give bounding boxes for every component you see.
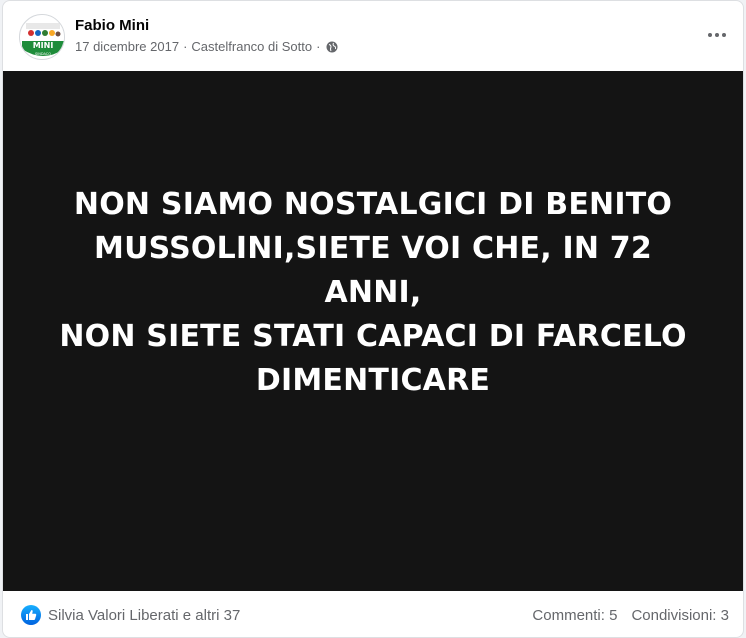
meta-separator: ·	[316, 39, 321, 54]
dot	[722, 33, 726, 37]
quote-line-4: DIMENTICARE	[255, 363, 491, 398]
dot	[708, 33, 712, 37]
post-date[interactable]: 17 dicembre 2017	[75, 39, 179, 54]
post-card: MINI SINDACO Fabio Mini 17 dicembre 2017…	[2, 0, 744, 638]
reactions-summary[interactable]: Silvia Valori Liberati e altri 37	[21, 605, 240, 625]
post-meta: 17 dicembre 2017 · Castelfranco di Sotto…	[75, 39, 338, 54]
post-footer: Silvia Valori Liberati e altri 37 Commen…	[3, 591, 743, 637]
dot	[715, 33, 719, 37]
post-location[interactable]: Castelfranco di Sotto	[191, 39, 312, 54]
like-icon	[21, 605, 41, 625]
post-header: MINI SINDACO Fabio Mini 17 dicembre 2017…	[3, 1, 743, 71]
more-options-icon[interactable]	[705, 23, 729, 47]
shares-count[interactable]: Condivisioni: 3	[631, 607, 729, 624]
avatar-logo-subtext: SINDACO	[35, 52, 51, 56]
quote-line-1: NON SIAMO NOSTALGICI DI BENITO	[73, 187, 673, 222]
avatar[interactable]: MINI SINDACO	[19, 14, 65, 60]
avatar-logo: MINI SINDACO	[20, 15, 64, 59]
quote-line-3: NON SIETE STATI CAPACI DI FARCELO	[59, 319, 687, 354]
image-quote-text: NON SIAMO NOSTALGICI DI BENITO MUSSOLINI…	[53, 183, 693, 403]
avatar-logo-text: MINI	[33, 41, 54, 50]
quote-line-2: MUSSOLINI,SIETE VOI CHE, IN 72 ANNI,	[94, 231, 652, 310]
author-name[interactable]: Fabio Mini	[75, 17, 149, 34]
engagement-counts: Commenti: 5 Condivisioni: 3	[532, 607, 729, 624]
globe-icon[interactable]	[326, 41, 338, 53]
comments-count[interactable]: Commenti: 5	[532, 607, 617, 624]
reactions-text: Silvia Valori Liberati e altri 37	[48, 606, 241, 624]
post-image[interactable]: NON SIAMO NOSTALGICI DI BENITO MUSSOLINI…	[3, 71, 743, 591]
meta-separator: ·	[183, 39, 188, 54]
